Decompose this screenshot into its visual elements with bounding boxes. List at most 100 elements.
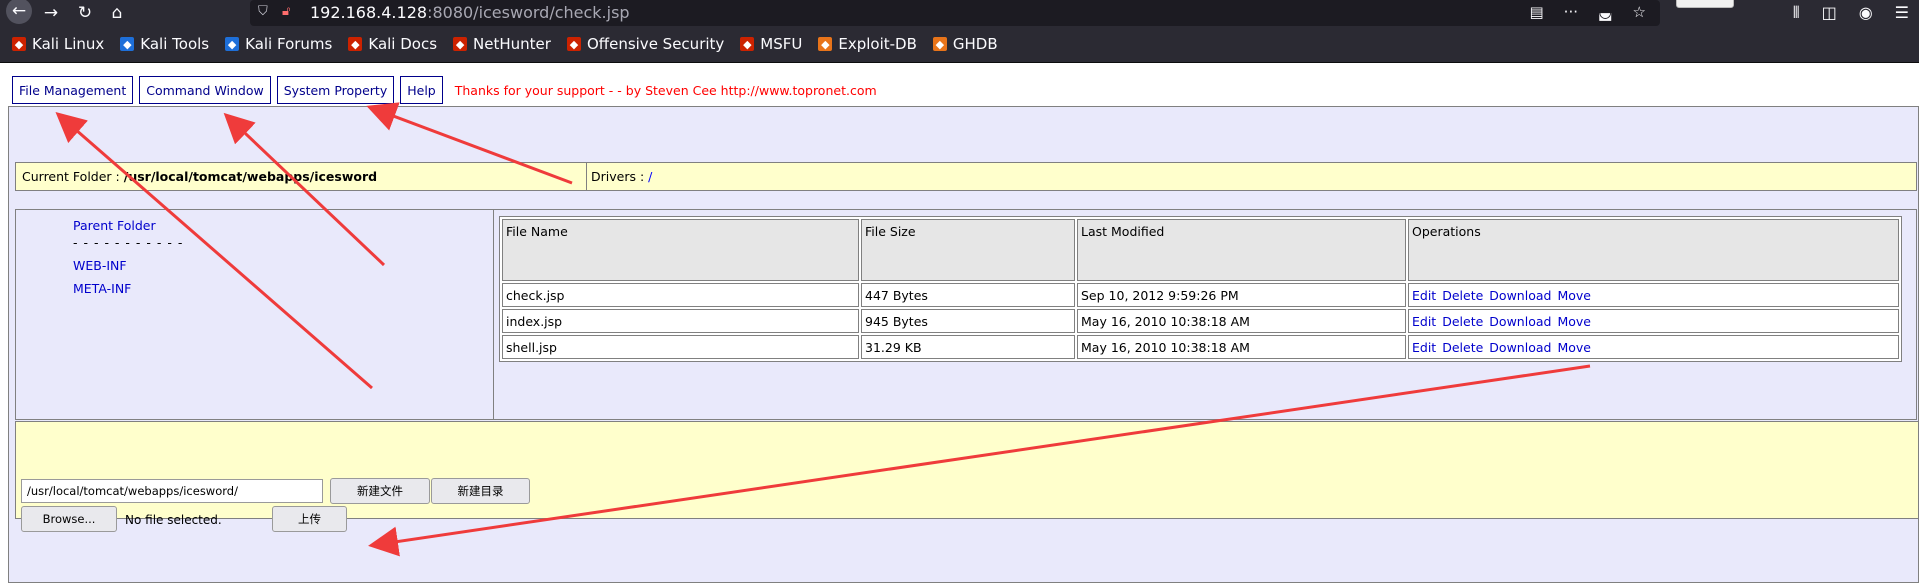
folder-link[interactable]: WEB-INF	[73, 258, 127, 273]
file-size-cell: 447 Bytes	[861, 283, 1075, 307]
bookmark-label: Exploit-DB	[838, 35, 917, 53]
drivers: Drivers : /	[587, 163, 1916, 190]
bookmark-item[interactable]: ◆ GHDB	[932, 35, 998, 53]
bookmark-label: NetHunter	[473, 35, 551, 53]
bookmark-item[interactable]: ◆ MSFU	[740, 35, 802, 53]
bookmark-item[interactable]: ◆ Exploit-DB	[818, 35, 917, 53]
browse-button[interactable]: Browse...	[21, 506, 117, 532]
file-table: File Name File Size Last Modified Operat…	[499, 216, 1902, 362]
bookmark-label: Kali Docs	[368, 35, 438, 53]
upload-button[interactable]: 上传	[272, 506, 347, 532]
url-text: 192.168.4.128:8080/icesword/check.jsp	[310, 3, 630, 22]
file-size-cell: 945 Bytes	[861, 309, 1075, 333]
menu-icon[interactable]: ☰	[1895, 3, 1909, 23]
bookmark-item[interactable]: ◆ Kali Forums	[225, 35, 332, 53]
op-edit-link[interactable]: Edit	[1412, 288, 1436, 303]
kali-icon: ◆	[12, 37, 26, 51]
op-download-link[interactable]: Download	[1489, 288, 1551, 303]
bookmark-item[interactable]: ◆ NetHunter	[453, 35, 551, 53]
reload-icon: ↻	[77, 3, 93, 23]
op-delete-link[interactable]: Delete	[1442, 288, 1483, 303]
bookmark-item[interactable]: ◆ Kali Linux	[12, 35, 104, 53]
tab-help[interactable]: Help	[400, 76, 443, 104]
bookmark-label: Kali Linux	[32, 35, 105, 53]
kali-docs-icon: ◆	[348, 37, 363, 51]
kali-tools-icon: ◆	[120, 37, 135, 51]
bookmark-label: MSFU	[760, 35, 803, 53]
op-move-link[interactable]: Move	[1557, 288, 1591, 303]
file-list-pane: File Name File Size Last Modified Operat…	[494, 210, 1916, 419]
tooltip	[1676, 0, 1734, 8]
file-size-cell: 31.29 KB	[861, 335, 1075, 359]
browser-toolbar: ← → ↻ ⌂ ⛉ 🔓︎ 192.168.4.128:8080/icesword…	[0, 0, 1919, 26]
shield-icon: ⛉	[258, 4, 268, 19]
more-actions-icon[interactable]: ···	[1564, 3, 1578, 21]
op-delete-link[interactable]: Delete	[1442, 340, 1483, 355]
column-header-name: File Name	[502, 219, 859, 281]
op-edit-link[interactable]: Edit	[1412, 340, 1436, 355]
folder-link[interactable]: META-INF	[73, 281, 131, 296]
home-icon: ⌂	[111, 3, 123, 23]
content-row: Parent Folder - - - - - - - - - - - WEB-…	[15, 209, 1917, 420]
forward-button[interactable]: →	[38, 0, 64, 26]
kali-forums-icon: ◆	[225, 37, 240, 51]
bookmark-label: GHDB	[952, 35, 998, 53]
bookmarks-toolbar: ◆ Kali Linux ◆ Kali Tools ◆ Kali Forums ◆ Kali …	[0, 26, 1919, 63]
bookmark-label: Kali Forums	[245, 35, 333, 53]
bookmark-item[interactable]: ◆ Kali Docs	[348, 35, 437, 53]
exploitdb-icon: ◆	[818, 37, 833, 51]
operations-cell: Edit Delete Download Move	[1408, 283, 1899, 307]
back-button[interactable]: ←	[6, 0, 32, 24]
home-button[interactable]: ⌂	[104, 0, 130, 26]
op-delete-link[interactable]: Delete	[1442, 314, 1483, 329]
op-download-link[interactable]: Download	[1489, 314, 1551, 329]
tab-system-property[interactable]: System Property	[276, 76, 395, 104]
new-folder-button[interactable]: 新建目录	[431, 478, 530, 504]
account-icon[interactable]: ◉	[1859, 3, 1873, 23]
current-folder-label: Current Folder :	[22, 169, 120, 184]
op-edit-link[interactable]: Edit	[1412, 314, 1436, 329]
address-bar[interactable]: ⛉ 🔓︎ 192.168.4.128:8080/icesword/check.j…	[250, 0, 1660, 26]
bookmark-item[interactable]: ◆ Offensive Security	[566, 35, 725, 53]
forward-arrow-icon: →	[43, 3, 59, 23]
reload-button[interactable]: ↻	[72, 0, 98, 26]
toolbar-right-icons: ⫴ ◫ ◉ ☰	[1793, 3, 1909, 23]
column-header-modified: Last Modified	[1077, 219, 1406, 281]
path-input[interactable]	[21, 479, 323, 503]
operations-cell: Edit Delete Download Move	[1408, 335, 1899, 359]
bookmark-star-icon[interactable]: ☆	[1633, 3, 1646, 21]
op-download-link[interactable]: Download	[1489, 340, 1551, 355]
file-name-cell: check.jsp	[502, 283, 859, 307]
file-modified-cell: May 16, 2010 10:38:18 AM	[1077, 309, 1406, 333]
table-row: shell.jsp 31.29 KB May 16, 2010 10:38:18 A…	[502, 335, 1899, 359]
new-file-button[interactable]: 新建文件	[330, 478, 430, 504]
table-header-row: File Name File Size Last Modified Operat…	[502, 219, 1899, 281]
table-row: index.jsp 945 Bytes May 16, 2010 10:38:18 …	[502, 309, 1899, 333]
file-name-cell: index.jsp	[502, 309, 859, 333]
file-modified-cell: Sep 10, 2012 9:59:26 PM	[1077, 283, 1406, 307]
table-row: check.jsp 447 Bytes Sep 10, 2012 9:59:26 P…	[502, 283, 1899, 307]
address-actions: ▤ ··· ◛ ☆	[1529, 3, 1646, 21]
current-folder: Current Folder : /usr/local/tomcat/webap…	[16, 163, 587, 190]
insecure-lock-icon: 🔓︎	[282, 4, 291, 19]
back-arrow-icon: ←	[11, 1, 27, 21]
sidebar-icon[interactable]: ◫	[1822, 3, 1837, 23]
url-path: :8080/icesword/check.jsp	[427, 3, 630, 22]
tab-bar: File Management Command Window System Pr…	[12, 76, 877, 104]
tab-file-management[interactable]: File Management	[12, 76, 134, 104]
bookmark-label: Offensive Security	[586, 35, 725, 53]
op-move-link[interactable]: Move	[1557, 340, 1591, 355]
tab-command-window[interactable]: Command Window	[139, 76, 271, 104]
bookmark-item[interactable]: ◆ Kali Tools	[120, 35, 209, 53]
drive-root-link[interactable]: /	[648, 169, 652, 184]
reader-view-icon[interactable]: ▤	[1529, 3, 1543, 21]
upload-panel: 新建文件 新建目录 Browse... No file selected. 上传	[15, 421, 1919, 532]
url-host: 192.168.4.128	[310, 3, 428, 22]
op-move-link[interactable]: Move	[1557, 314, 1591, 329]
column-header-operations: Operations	[1408, 219, 1899, 281]
library-icon[interactable]: ⫴	[1793, 3, 1800, 23]
parent-folder-link[interactable]: Parent Folder	[73, 218, 156, 233]
pocket-icon[interactable]: ◛	[1598, 3, 1613, 21]
folder-bar: Current Folder : /usr/local/tomcat/webap…	[15, 162, 1917, 191]
offsec-icon: ◆	[566, 37, 581, 51]
